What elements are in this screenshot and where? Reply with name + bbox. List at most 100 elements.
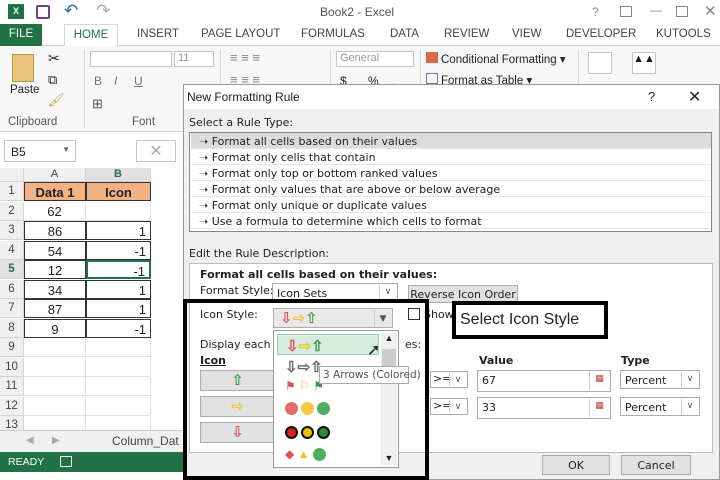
operator-select-2[interactable]: >= ∨	[430, 398, 468, 415]
paste-icon[interactable]	[12, 54, 34, 82]
tab-insert[interactable]: INSERT	[137, 28, 179, 40]
format-painter-icon[interactable]: 🖌	[48, 92, 65, 108]
tab-review[interactable]: REVIEW	[444, 28, 489, 40]
dialog-help-button[interactable]: ?	[648, 89, 655, 104]
row-header[interactable]: 6	[0, 279, 24, 299]
row-header[interactable]: 1	[0, 182, 24, 201]
cell-b5[interactable]: -1	[86, 260, 151, 279]
cell-b7[interactable]: 1	[86, 299, 151, 318]
maximize-button[interactable]	[676, 6, 688, 17]
macro-record-icon[interactable]	[60, 456, 72, 467]
cell-a1[interactable]: Data 1	[24, 182, 86, 201]
tab-developer[interactable]: DEVELOPER	[566, 28, 636, 40]
cell-b1[interactable]: Icon	[86, 182, 151, 201]
font-name-select[interactable]	[90, 51, 172, 67]
cell-a2[interactable]: 62	[24, 201, 86, 221]
cell-b9[interactable]	[86, 338, 151, 357]
row-header[interactable]: 11	[0, 377, 24, 396]
value-input-1[interactable]: 67 ▦	[477, 370, 611, 392]
range-picker-icon[interactable]: ▦	[589, 399, 609, 417]
align-icon[interactable]: ≡ ≡ ≡	[230, 50, 260, 65]
column-header-b[interactable]: B	[86, 168, 151, 182]
underline-button[interactable]: U	[134, 74, 143, 88]
rule-type-item[interactable]: ➝ Use a formula to determine which cells…	[191, 213, 711, 229]
rule-type-item[interactable]: ➝ Format only top or bottom ranked value…	[191, 165, 711, 181]
row-header[interactable]: 5	[0, 260, 24, 279]
worksheet-grid[interactable]: A B 1 Data 1 Icon 2 62 3 86 1 4 54 -1 5 12 -1 6 34 1 7 87 1…	[0, 168, 183, 435]
cancel-button[interactable]: Cancel	[621, 455, 691, 475]
rule-type-item[interactable]: ➝ Format only cells that contain	[191, 149, 711, 165]
ok-button[interactable]: OK	[542, 455, 610, 475]
rule-type-item[interactable]: ➝ Format all cells based on their values	[191, 133, 711, 149]
tab-kutools[interactable]: KUTOOLS	[656, 28, 711, 40]
save-icon[interactable]	[36, 5, 50, 19]
cell-a8[interactable]: 9	[24, 318, 86, 338]
row-header[interactable]: 8	[0, 318, 24, 338]
sheet-tab[interactable]: Column_Dat	[112, 434, 179, 448]
value-column-header: Value	[479, 354, 514, 367]
scroll-right-icon[interactable]: ▶	[52, 435, 60, 446]
tab-home[interactable]: HOME	[64, 24, 118, 47]
scroll-left-icon[interactable]: ◀	[26, 435, 34, 446]
name-box[interactable]: B5 ▼	[4, 140, 76, 162]
type-select-1[interactable]: Percent ∨	[620, 370, 700, 389]
tab-formulas[interactable]: FORMULAS	[301, 28, 365, 40]
cell-a10[interactable]	[24, 357, 86, 377]
help-icon[interactable]: ?	[592, 5, 599, 19]
ribbon-display-icon[interactable]	[620, 6, 632, 17]
type-select-2[interactable]: Percent ∨	[620, 397, 700, 416]
italic-button[interactable]: I	[114, 74, 117, 88]
cell-a12[interactable]	[24, 396, 86, 416]
cell-a9[interactable]	[24, 338, 86, 357]
tab-view[interactable]: VIEW	[512, 28, 541, 40]
font-size-select[interactable]: 11	[174, 51, 214, 67]
cell-b4[interactable]: -1	[86, 240, 151, 260]
row-header[interactable]: 4	[0, 240, 24, 260]
bold-button[interactable]: B	[94, 74, 102, 88]
rule-type-item[interactable]: ➝ Format only unique or duplicate values	[191, 197, 711, 213]
tab-data[interactable]: DATA	[390, 28, 419, 40]
cell-b3[interactable]: 1	[86, 221, 151, 240]
row-header[interactable]: 12	[0, 396, 24, 416]
copy-icon[interactable]: ⧉	[48, 72, 57, 88]
cell-a5[interactable]: 12	[24, 260, 86, 279]
tab-page-layout[interactable]: PAGE LAYOUT	[201, 28, 280, 40]
column-header-a[interactable]: A	[24, 168, 86, 182]
cells-icon[interactable]	[588, 52, 612, 74]
borders-icon[interactable]: ⊞	[92, 96, 103, 112]
cell-b10[interactable]	[86, 357, 151, 377]
cell-a7[interactable]: 87	[24, 299, 86, 318]
row-header[interactable]: 2	[0, 201, 24, 221]
cancel-formula-icon[interactable]: ✕	[136, 140, 176, 162]
conditional-formatting-button[interactable]: Conditional Formatting ▾	[426, 52, 566, 66]
minimize-button[interactable]: —	[650, 3, 662, 17]
cell-a4[interactable]: 54	[24, 240, 86, 260]
operator-select-1[interactable]: >= ∨	[430, 371, 468, 388]
range-picker-icon[interactable]: ▦	[589, 372, 609, 390]
row-header[interactable]: 9	[0, 338, 24, 357]
undo-icon[interactable]: ↶	[64, 1, 78, 21]
tab-file[interactable]: FILE	[0, 24, 42, 46]
row-header[interactable]: 7	[0, 299, 24, 318]
redo-icon[interactable]: ↷	[96, 1, 110, 21]
cell-b12[interactable]	[86, 396, 151, 416]
rule-type-item[interactable]: ➝ Format only values that are above or b…	[191, 181, 711, 197]
cell-a3[interactable]: 86	[24, 221, 86, 240]
cut-icon[interactable]: ✂	[48, 50, 60, 67]
cell-a11[interactable]	[24, 377, 86, 396]
dialog-close-button[interactable]: ✕	[688, 87, 701, 107]
select-all-corner[interactable]	[0, 168, 24, 182]
row-header[interactable]: 10	[0, 357, 24, 377]
cell-b6[interactable]: 1	[86, 279, 151, 299]
find-icon[interactable]: ▲▲	[632, 52, 656, 74]
cell-b11[interactable]	[86, 377, 151, 396]
cell-a6[interactable]: 34	[24, 279, 86, 299]
rule-type-list[interactable]: ➝ Format all cells based on their values…	[189, 132, 712, 232]
row-header[interactable]: 3	[0, 221, 24, 240]
value-input-2[interactable]: 33 ▦	[477, 397, 611, 419]
cell-b8[interactable]: -1	[86, 318, 151, 338]
cell-b2[interactable]	[86, 201, 151, 221]
close-button[interactable]: ✕	[704, 2, 717, 20]
number-format-select[interactable]: General	[336, 51, 414, 67]
paste-button[interactable]: Paste	[10, 84, 39, 96]
